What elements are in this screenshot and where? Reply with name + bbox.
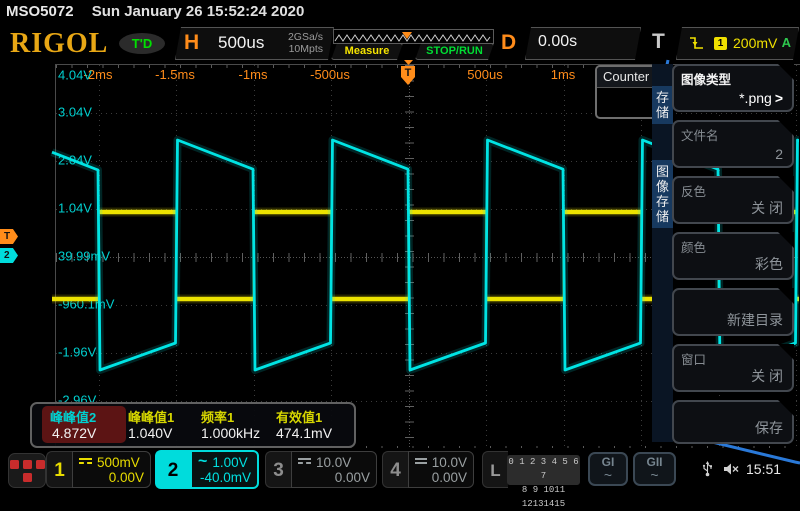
measurement-label[interactable]: 有效值1 — [276, 407, 322, 426]
channel-scale: 10.0V — [316, 455, 351, 470]
rigol-logo: RIGOL — [10, 28, 108, 60]
channel-2-info[interactable]: ~ 1.00V -40.0mV — [190, 450, 259, 489]
menu-item-file-name[interactable]: 文件名 2 — [672, 120, 794, 168]
menu-item-label: 颜色 — [681, 237, 706, 256]
menu-item-color[interactable]: 颜色 彩色 — [672, 232, 794, 280]
menu-item-invert[interactable]: 反色 关 闭 — [672, 176, 794, 224]
red-square-icon — [10, 460, 19, 469]
horizontal-timebase-box[interactable]: H 500us 2GSa/s 10Mpts — [175, 27, 334, 60]
tab-image-storage[interactable]: 图像存储 — [652, 160, 673, 228]
trigger-level-value: 200mV — [733, 35, 777, 51]
red-square-icon — [36, 460, 45, 469]
menu-item-value: 2 — [775, 146, 783, 162]
d-label: D — [501, 28, 516, 58]
trigger-status-badge: T'D — [119, 33, 165, 54]
datetime: Sun January 26 15:52:24 2020 — [92, 3, 305, 20]
acquisition-info: 2GSa/s 10Mpts — [288, 31, 323, 55]
submenu-arrow-icon: > — [775, 90, 783, 106]
stop-run-button[interactable]: STOP/RUN — [415, 43, 494, 60]
menu-item-save[interactable]: 保存 — [672, 400, 794, 444]
channel-2-tab[interactable]: 2 — [155, 450, 190, 489]
menu-item-value: 关 闭 — [751, 366, 783, 386]
menu-sidebar: 存储 图像存储 图像类型 *.png> 文件名 2 反色 关 闭 颜色 彩色 新… — [645, 56, 800, 472]
delay-box[interactable]: 0.00s — [525, 27, 641, 60]
logic-row-2: 8 9 1011 12131415 — [507, 483, 580, 511]
channel-1-info[interactable]: 500mV 0.00V — [72, 451, 151, 488]
status-line: MSO5072 Sun January 26 15:52:24 2020 — [6, 3, 304, 20]
menu-item-image-type[interactable]: 图像类型 *.png> — [672, 64, 794, 112]
trigger-source-badge: 1 — [714, 37, 727, 50]
menu-item-label: 图像类型 — [681, 69, 731, 88]
menu-item-new-directory[interactable]: 新建目录 — [672, 288, 794, 336]
memory-depth: 10Mpts — [289, 43, 323, 55]
channel-scale: 500mV — [97, 455, 140, 470]
red-square-icon — [23, 473, 32, 482]
measurement-label[interactable]: 频率1 — [201, 407, 234, 426]
h-label: H — [184, 28, 199, 58]
generator-1-button[interactable]: GI ~ — [588, 452, 628, 486]
menu-item-label: 反色 — [681, 181, 706, 200]
ch2-ground-marker[interactable]: 2 — [0, 248, 18, 263]
channel-offset: 0.00V — [298, 470, 370, 486]
channel-offset: 0.00V — [415, 470, 467, 486]
zigzag-waveform-icon — [334, 32, 491, 43]
menu-item-label: 窗口 — [681, 349, 706, 368]
menu-item-value: 新建目录 — [727, 310, 783, 330]
trigger-level-marker[interactable]: T — [0, 229, 18, 244]
t-label: T — [652, 27, 665, 57]
ac-coupling-icon: ~ — [198, 457, 207, 467]
channel-3-tab[interactable]: 3 — [265, 451, 291, 488]
channel-offset: -40.0mV — [198, 470, 251, 486]
measure-button[interactable]: Measure — [331, 43, 403, 60]
menu-item-window[interactable]: 窗口 关 闭 — [672, 344, 794, 392]
menu-item-label: 文件名 — [681, 125, 719, 144]
all-channels-button[interactable] — [8, 453, 46, 488]
channel-scale: 10.0V — [432, 455, 467, 470]
measurement-value: 474.1mV — [276, 425, 332, 441]
oscilloscope-screen: { "header": { "model": "MSO5072", "datet… — [0, 0, 800, 492]
menu-item-value: *.png> — [739, 90, 783, 106]
delay-value: 0.00s — [538, 33, 577, 51]
channel-4-info[interactable]: 10.0V 0.00V — [408, 451, 474, 488]
menu-item-value: 关 闭 — [751, 198, 783, 218]
dc-coupling-icon — [79, 458, 92, 466]
menu-item-value: 保存 — [755, 418, 783, 438]
menu-item-value: 彩色 — [755, 254, 783, 274]
sample-rate: 2GSa/s — [288, 31, 323, 43]
channel-scale: 1.00V — [212, 455, 247, 470]
channel-4-tab[interactable]: 4 — [382, 451, 408, 488]
channel-3-info[interactable]: 10.0V 0.00V — [291, 451, 377, 488]
sine-wave-icon: ~ — [590, 469, 626, 481]
timebase-value: 500us — [218, 33, 264, 53]
dc-coupling-icon — [298, 458, 311, 466]
logic-channel-digits: 0 1 2 3 4 5 6 7 8 9 1011 12131415 — [507, 455, 580, 485]
measurement-value: 4.872V — [52, 425, 96, 441]
dc-coupling-icon — [415, 458, 427, 466]
logic-row-1: 0 1 2 3 4 5 6 7 — [507, 455, 580, 483]
red-square-icon — [23, 460, 32, 469]
channel-1-tab[interactable]: 1 — [46, 451, 72, 488]
logic-tab[interactable]: L — [482, 451, 508, 488]
model-name: MSO5072 — [6, 3, 74, 20]
tab-storage[interactable]: 存储 — [652, 86, 673, 124]
measurement-label[interactable]: 峰峰值1 — [128, 407, 174, 426]
channel-offset: 0.00V — [79, 470, 144, 486]
falling-edge-trigger-icon — [689, 36, 705, 50]
measurement-panel: 峰峰值2 4.872V 峰峰值1 1.040V 频率1 1.000kHz 有效值… — [30, 402, 356, 448]
measurement-value: 1.040V — [128, 425, 172, 441]
measurement-label[interactable]: 峰峰值2 — [50, 407, 96, 426]
trigger-sweep-mode: A — [782, 35, 791, 50]
measurement-value: 1.000kHz — [201, 425, 260, 441]
memory-position-indicator[interactable] — [333, 29, 494, 44]
